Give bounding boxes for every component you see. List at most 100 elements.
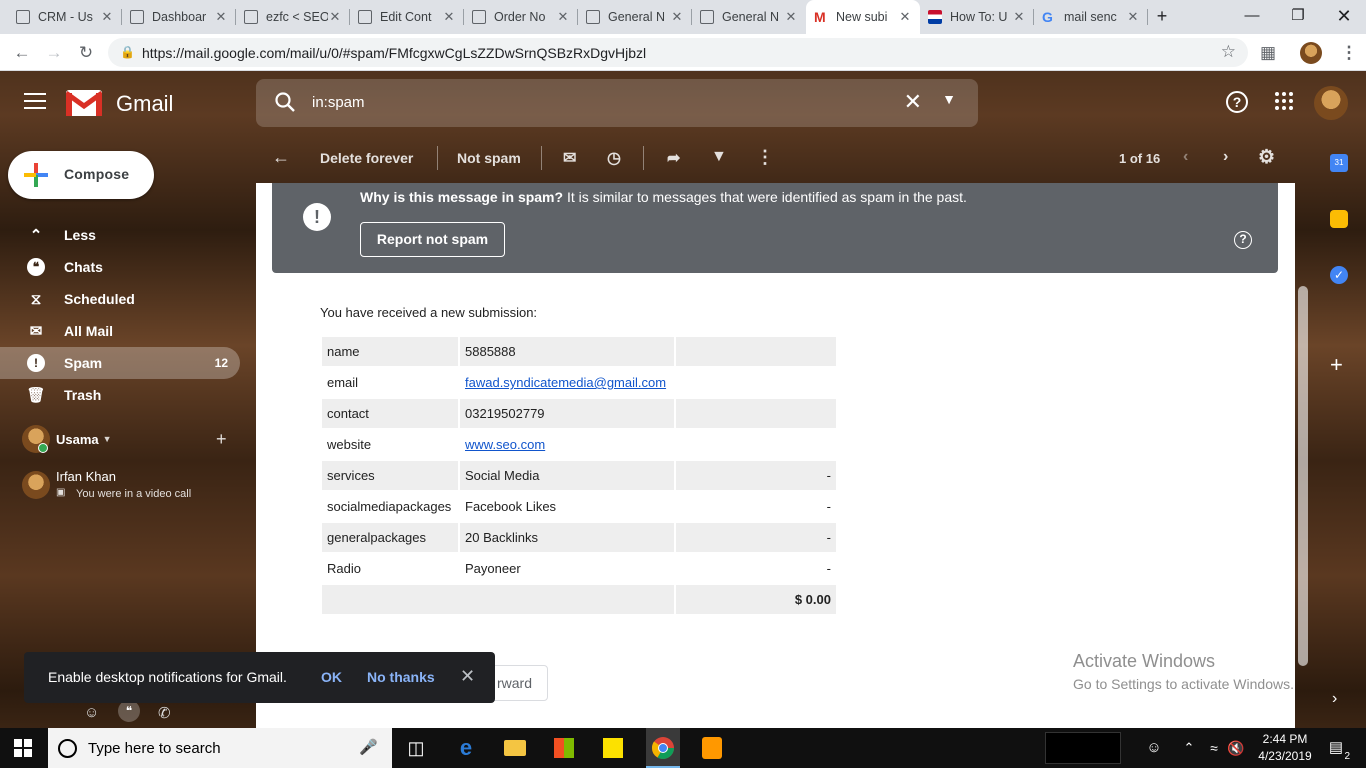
browser-tab[interactable]: General N ✕: [578, 0, 692, 34]
browser-tab[interactable]: Order No ✕: [464, 0, 578, 34]
snackbar-no-thanks-button[interactable]: No thanks: [367, 669, 435, 685]
tab-close-icon[interactable]: ✕: [214, 9, 228, 25]
extension-icon[interactable]: ▦: [1255, 40, 1281, 66]
store-icon[interactable]: [550, 734, 578, 762]
tab-close-icon[interactable]: ✕: [100, 9, 114, 25]
caret-down-icon[interactable]: ▼: [103, 434, 112, 444]
message-scrollbar[interactable]: [1298, 286, 1308, 666]
older-chevron-icon[interactable]: ›: [1223, 148, 1228, 166]
tab-close-icon[interactable]: ✕: [670, 9, 684, 25]
newer-chevron-icon[interactable]: ‹: [1183, 148, 1188, 166]
more-actions-icon[interactable]: ⋮: [756, 147, 774, 168]
windows-start-icon[interactable]: [14, 739, 32, 757]
window-close-icon[interactable]: ✕: [1321, 0, 1366, 34]
sidebar-item-chats[interactable]: ❝ Chats: [0, 251, 240, 283]
taskbar-search[interactable]: Type here to search 🎤: [48, 728, 392, 768]
hangouts-contact[interactable]: Irfan Khan ▣ You were in a video call: [22, 469, 242, 501]
browser-tab[interactable]: General N ✕: [692, 0, 806, 34]
profile-avatar-icon[interactable]: [1298, 40, 1324, 66]
back-to-spam-icon[interactable]: ←: [272, 147, 290, 168]
keep-icon[interactable]: [1330, 210, 1348, 228]
field-link[interactable]: www.seo.com: [465, 437, 545, 452]
tab-close-icon[interactable]: ✕: [328, 9, 342, 25]
hangouts-chat-icon[interactable]: ❝: [118, 700, 140, 722]
add-contact-icon[interactable]: +: [216, 429, 227, 450]
search-icon[interactable]: [274, 91, 296, 113]
spam-help-icon[interactable]: ?: [1234, 231, 1252, 249]
volume-muted-icon[interactable]: 🔇: [1222, 734, 1250, 762]
chrome-taskbar-icon[interactable]: [646, 728, 680, 768]
back-arrow-icon[interactable]: ←: [9, 40, 35, 66]
taskbar-preview-thumbnail[interactable]: [1045, 732, 1121, 764]
snooze-clock-icon[interactable]: ◷: [607, 148, 621, 168]
sublime-text-icon[interactable]: [698, 734, 726, 762]
new-tab-button[interactable]: +: [1148, 0, 1176, 34]
address-bar[interactable]: 🔒 https://mail.google.com/mail/u/0/#spam…: [108, 38, 1248, 67]
get-addons-icon[interactable]: +: [1330, 352, 1343, 378]
browser-tab[interactable]: Edit Cont ✕: [350, 0, 464, 34]
tab-close-icon[interactable]: ✕: [1126, 9, 1140, 25]
search-options-icon[interactable]: ▼: [942, 91, 956, 107]
tab-close-icon[interactable]: ✕: [1012, 9, 1026, 25]
action-center-icon[interactable]: ▤ 2: [1322, 734, 1350, 762]
mark-unread-icon[interactable]: ✉: [563, 148, 576, 168]
browser-menu-icon[interactable]: ⋮: [1336, 40, 1362, 66]
field-label: socialmediapackages: [327, 499, 452, 514]
settings-gear-icon[interactable]: ⚙: [1258, 146, 1275, 169]
snackbar-ok-button[interactable]: OK: [321, 669, 342, 685]
task-view-icon[interactable]: ◫: [402, 734, 430, 762]
sticky-notes-icon[interactable]: [599, 734, 627, 762]
browser-tab[interactable]: M New subi ✕: [806, 0, 920, 34]
browser-tab[interactable]: How To: U ✕: [920, 0, 1034, 34]
taskbar-search-input[interactable]: Type here to search: [88, 740, 221, 757]
delete-forever-button[interactable]: Delete forever: [320, 150, 413, 166]
hangouts-user-row[interactable]: Usama ▼ +: [22, 425, 242, 453]
sidebar-item-label: Chats: [64, 259, 103, 275]
tray-chevron-icon[interactable]: ⌃: [1175, 734, 1203, 762]
report-not-spam-button[interactable]: Report not spam: [360, 222, 505, 257]
trash-icon: 🗑: [26, 387, 46, 404]
minimize-icon[interactable]: —: [1229, 0, 1275, 34]
browser-tab[interactable]: CRM - Us ✕: [8, 0, 122, 34]
edge-icon[interactable]: e: [452, 734, 480, 762]
sidebar-item-less[interactable]: ⌃ Less: [0, 219, 240, 251]
calendar-icon[interactable]: 31: [1330, 154, 1348, 172]
tasks-icon[interactable]: ✓: [1330, 266, 1348, 284]
apps-grid-icon[interactable]: [1272, 91, 1296, 115]
main-menu-icon[interactable]: [24, 93, 46, 114]
browser-tab[interactable]: ezfc < SEO ✕: [236, 0, 350, 34]
account-avatar[interactable]: [1314, 86, 1348, 120]
sidebar-item-scheduled[interactable]: ⧖ Scheduled: [0, 283, 240, 315]
not-spam-button[interactable]: Not spam: [457, 150, 521, 166]
people-icon[interactable]: ☺: [1140, 734, 1168, 762]
restore-icon[interactable]: ❐: [1275, 0, 1321, 34]
contacts-person-icon[interactable]: ☺: [84, 704, 99, 721]
compose-button[interactable]: Compose: [8, 151, 154, 199]
clear-search-icon[interactable]: ✕: [904, 89, 922, 115]
search-input[interactable]: in:spam: [312, 94, 365, 111]
sidebar-item-all-mail[interactable]: ✉ All Mail: [0, 315, 240, 347]
sidebar-item-spam[interactable]: ! Spam 12: [0, 347, 240, 379]
taskbar-clock[interactable]: 2:44 PM 4/23/2019: [1252, 731, 1318, 765]
tab-close-icon[interactable]: ✕: [784, 9, 798, 25]
search-box[interactable]: in:spam ✕ ▼: [256, 79, 978, 127]
tab-close-icon[interactable]: ✕: [442, 9, 456, 25]
gmail-logo-icon[interactable]: [66, 90, 102, 116]
forward-arrow-icon[interactable]: →: [41, 40, 67, 66]
reload-icon[interactable]: ↻: [73, 40, 99, 66]
microphone-icon[interactable]: 🎤: [359, 738, 378, 756]
move-to-icon[interactable]: ➦: [667, 148, 680, 168]
field-link[interactable]: fawad.syndicatemedia@gmail.com: [465, 375, 666, 390]
expand-panel-icon[interactable]: ›: [1332, 690, 1337, 708]
snackbar-close-icon[interactable]: ✕: [460, 666, 475, 687]
sidebar-item-trash[interactable]: 🗑 Trash: [0, 379, 240, 411]
tab-close-icon[interactable]: ✕: [898, 9, 912, 25]
phone-icon[interactable]: ✆: [158, 704, 171, 722]
label-icon[interactable]: ▼: [711, 148, 727, 166]
file-explorer-icon[interactable]: [501, 734, 529, 762]
browser-tab[interactable]: Gmail senc ✕: [1034, 0, 1148, 34]
bookmark-star-icon[interactable]: ☆: [1221, 42, 1236, 62]
help-icon[interactable]: ?: [1226, 91, 1250, 115]
browser-tab[interactable]: Dashboar ✕: [122, 0, 236, 34]
tab-close-icon[interactable]: ✕: [556, 9, 570, 25]
